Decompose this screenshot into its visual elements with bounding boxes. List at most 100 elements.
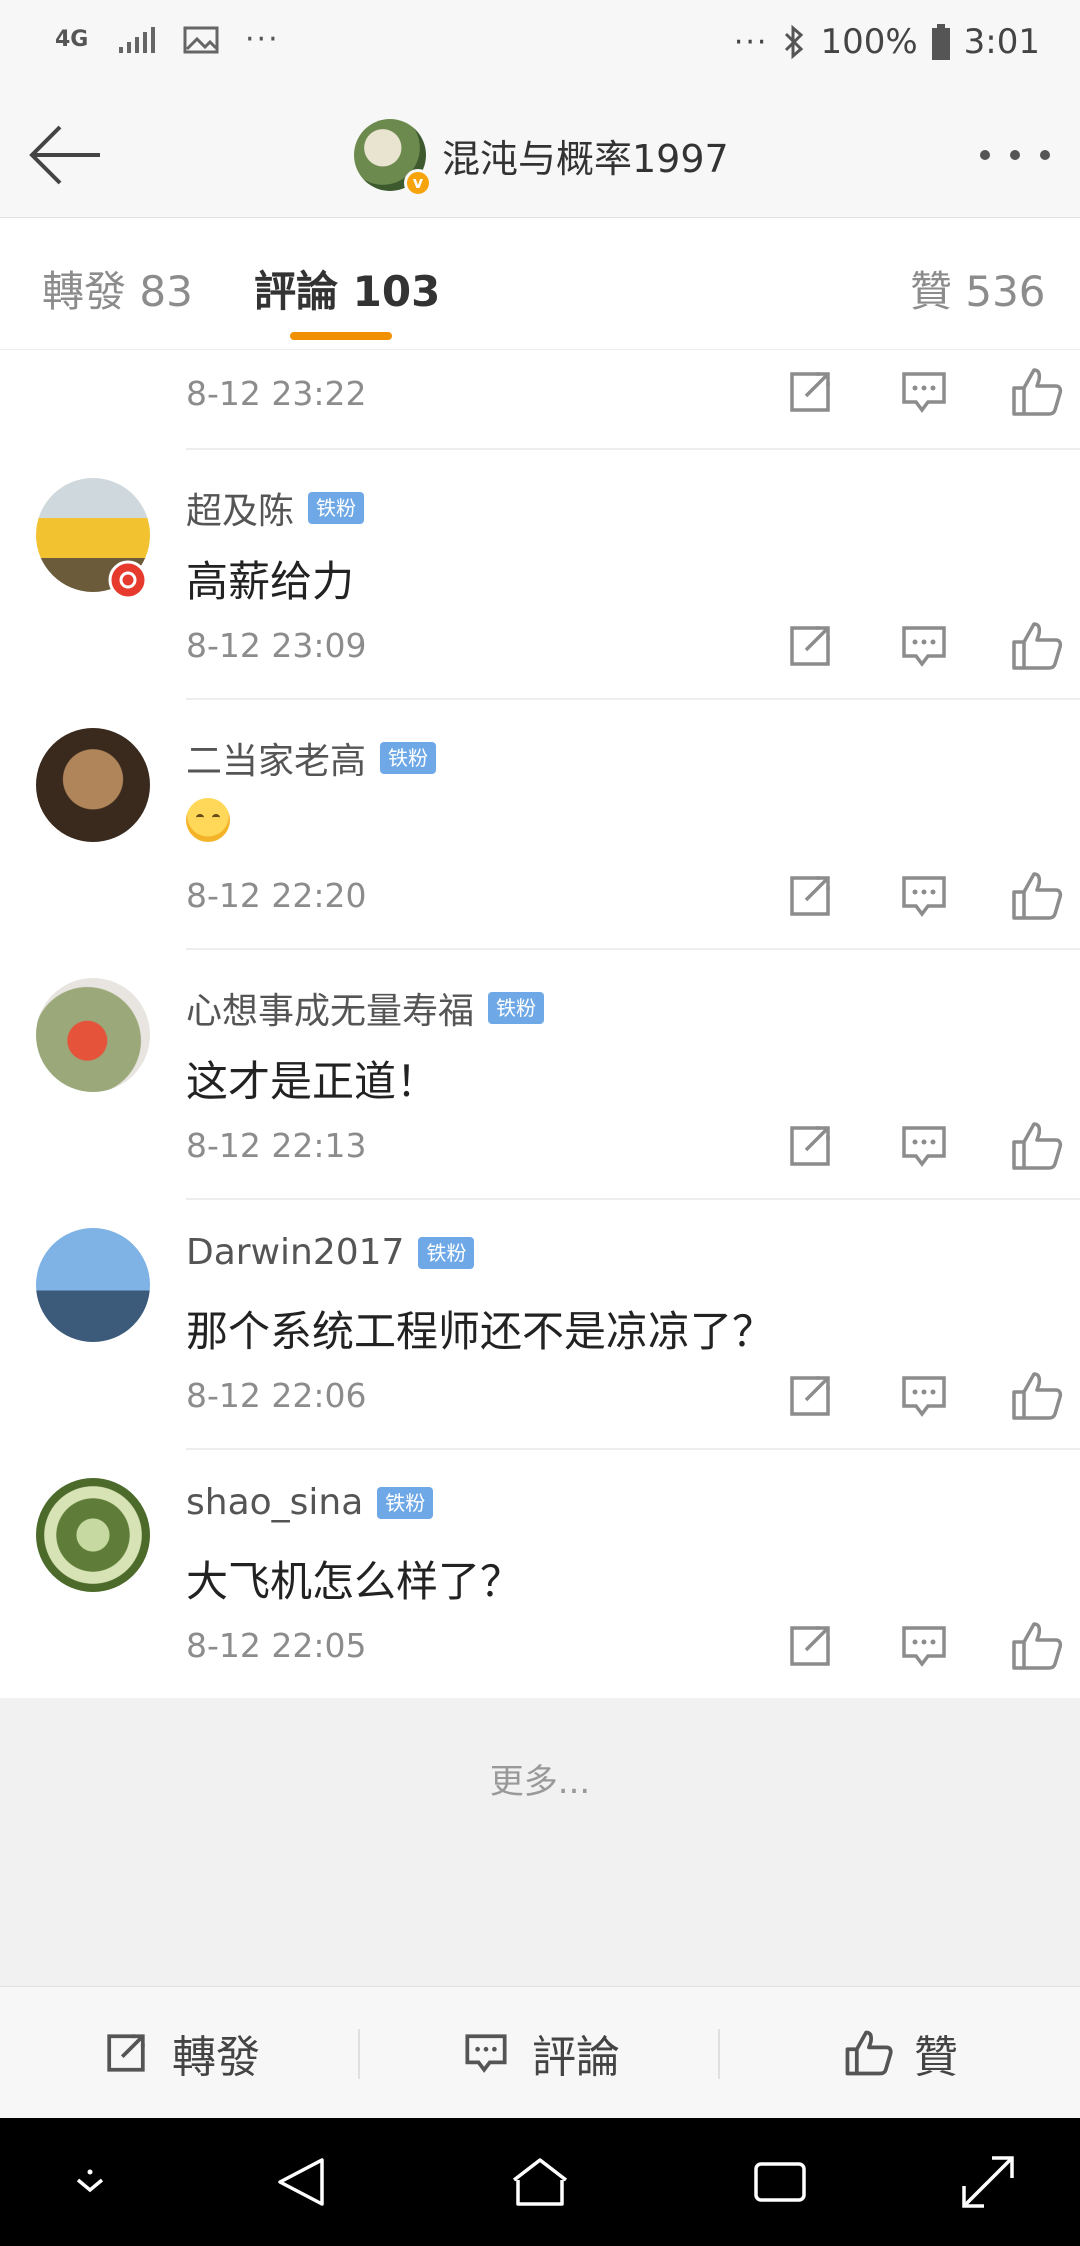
system-rotate-button[interactable]: [956, 2150, 1020, 2214]
system-navigation-bar: [0, 2118, 1080, 2246]
thumbs-up-icon: [1012, 622, 1063, 670]
reply-comment-button[interactable]: [894, 1366, 954, 1426]
comment-username[interactable]: 超及陈 铁粉: [186, 482, 365, 534]
repost-comment-button[interactable]: [780, 866, 840, 926]
fan-badge: 铁粉: [308, 492, 365, 524]
load-more-area: 更多...: [0, 1698, 1080, 1986]
repost-button[interactable]: 轉發: [0, 1987, 358, 2119]
comment-actions: [750, 1366, 1080, 1426]
more-dot-icon: [1040, 150, 1050, 160]
comment-icon: [902, 1376, 946, 1417]
reply-comment-button[interactable]: [894, 1116, 954, 1176]
comment-icon: [902, 626, 946, 667]
like-comment-button[interactable]: [1006, 866, 1066, 926]
avatar[interactable]: [36, 1478, 150, 1592]
share-icon: [790, 1626, 830, 1666]
repost-label: 轉發: [172, 2032, 260, 2083]
expand-icon: [962, 2156, 1014, 2208]
comment-username[interactable]: 二当家老高 铁粉: [186, 732, 437, 784]
comment-time: 8-12 22:13: [186, 1126, 367, 1165]
system-recents-button[interactable]: [748, 2150, 812, 2214]
load-more-button[interactable]: 更多...: [0, 1754, 1080, 1803]
comment-time: 8-12 23:09: [186, 626, 367, 665]
author-avatar[interactable]: v: [354, 119, 432, 197]
like-comment-button[interactable]: [1006, 1116, 1066, 1176]
comment-actions: [750, 1616, 1080, 1676]
post-author[interactable]: v 混沌与概率1997: [354, 118, 729, 197]
comment-button[interactable]: 評論: [360, 1987, 718, 2119]
username-text[interactable]: 超及陈: [186, 482, 294, 534]
repost-comment-button[interactable]: [780, 1366, 840, 1426]
reply-comment-button[interactable]: [894, 866, 954, 926]
fan-badge: 铁粉: [488, 992, 545, 1024]
fan-badge: 铁粉: [418, 1236, 475, 1269]
share-icon: [790, 626, 830, 666]
username-text[interactable]: 二当家老高: [186, 732, 366, 784]
comment-username[interactable]: 心想事成无量寿福 铁粉: [186, 982, 545, 1034]
tab-comments[interactable]: 評論 103: [254, 258, 440, 319]
hk-flag-badge-icon: [108, 560, 148, 600]
comment-time: 8-12 22:05: [186, 1626, 367, 1665]
comment-icon: [902, 372, 946, 413]
comment-content: [186, 798, 230, 852]
share-icon: [790, 372, 830, 412]
top-nav-bar: v 混沌与概率1997: [0, 92, 1080, 218]
list-item: 心想事成无量寿福 铁粉 这才是正道！ 8-12 22:13: [0, 948, 1080, 1200]
comment-time: 8-12 23:22: [186, 374, 367, 413]
comment-icon: [465, 2034, 507, 2073]
list-item: shao_sina 铁粉 大飞机怎么样了？ 8-12 22:05: [0, 1448, 1080, 1698]
home-icon: [512, 2158, 568, 2206]
like-comment-button[interactable]: [1006, 1616, 1066, 1676]
back-button[interactable]: [24, 120, 108, 190]
network-type: 4G: [55, 26, 89, 52]
like-comment-button[interactable]: [1006, 616, 1066, 676]
username-text[interactable]: Darwin2017: [186, 1232, 404, 1273]
like-comment-button[interactable]: [1006, 1366, 1066, 1426]
thumbs-up-icon: [1012, 1622, 1063, 1670]
tab-reposts[interactable]: 轉發 83: [42, 258, 193, 319]
like-comment-button[interactable]: [1006, 362, 1066, 422]
list-item: 8-12 23:22: [0, 350, 1080, 450]
fan-badge: 铁粉: [380, 742, 437, 774]
repost-comment-button[interactable]: [780, 616, 840, 676]
comment-icon: [902, 1126, 946, 1167]
comment-time: 8-12 22:20: [186, 876, 367, 915]
status-bar: 4G ··· ··· 100% 3:01: [0, 0, 1080, 92]
list-item: 超及陈 铁粉 高薪给力 8-12 23:09: [0, 448, 1080, 700]
comment-username[interactable]: Darwin2017 铁粉: [186, 1232, 475, 1273]
username-text[interactable]: 心想事成无量寿福: [186, 982, 474, 1034]
avatar[interactable]: [36, 978, 150, 1092]
reply-comment-button[interactable]: [894, 1616, 954, 1676]
tab-likes[interactable]: 贊 536: [910, 258, 1046, 319]
repost-comment-button[interactable]: [780, 362, 840, 422]
comment-username[interactable]: shao_sina 铁粉: [186, 1482, 434, 1523]
system-home-button[interactable]: [508, 2150, 572, 2214]
signal-icon: [119, 26, 155, 53]
author-name[interactable]: 混沌与概率1997: [442, 128, 729, 183]
post-tabs: 轉發 83 評論 103 贊 536: [0, 218, 1080, 350]
comment-content: 这才是正道！: [186, 1057, 439, 1106]
avatar[interactable]: [36, 1228, 150, 1342]
system-back-button[interactable]: [270, 2150, 334, 2214]
like-button[interactable]: 贊: [720, 1987, 1078, 2119]
battery-percent: 100%: [820, 22, 918, 62]
status-more-right: ···: [733, 24, 769, 60]
more-dot-icon: [1010, 150, 1020, 160]
more-options-button[interactable]: [980, 132, 1050, 178]
username-text[interactable]: shao_sina: [186, 1482, 363, 1523]
battery-icon: [931, 24, 950, 60]
triangle-back-icon: [278, 2158, 324, 2206]
avatar[interactable]: [36, 728, 150, 842]
comment-list: 8-12 23:22 超及陈 铁粉 高薪给力 8-12 23:09 二当家老高 …: [0, 350, 1080, 1698]
repost-comment-button[interactable]: [780, 1116, 840, 1176]
reply-comment-button[interactable]: [894, 616, 954, 676]
reply-comment-button[interactable]: [894, 362, 954, 422]
comment-actions: [750, 616, 1080, 676]
comment-actions: [750, 866, 1080, 926]
status-time: 3:01: [963, 22, 1040, 62]
comment-actions: [750, 1116, 1080, 1176]
repost-comment-button[interactable]: [780, 1616, 840, 1676]
thumbs-up-icon: [1012, 1122, 1063, 1170]
hide-keyboard-button[interactable]: [58, 2150, 122, 2214]
status-more-left: ···: [245, 22, 280, 57]
